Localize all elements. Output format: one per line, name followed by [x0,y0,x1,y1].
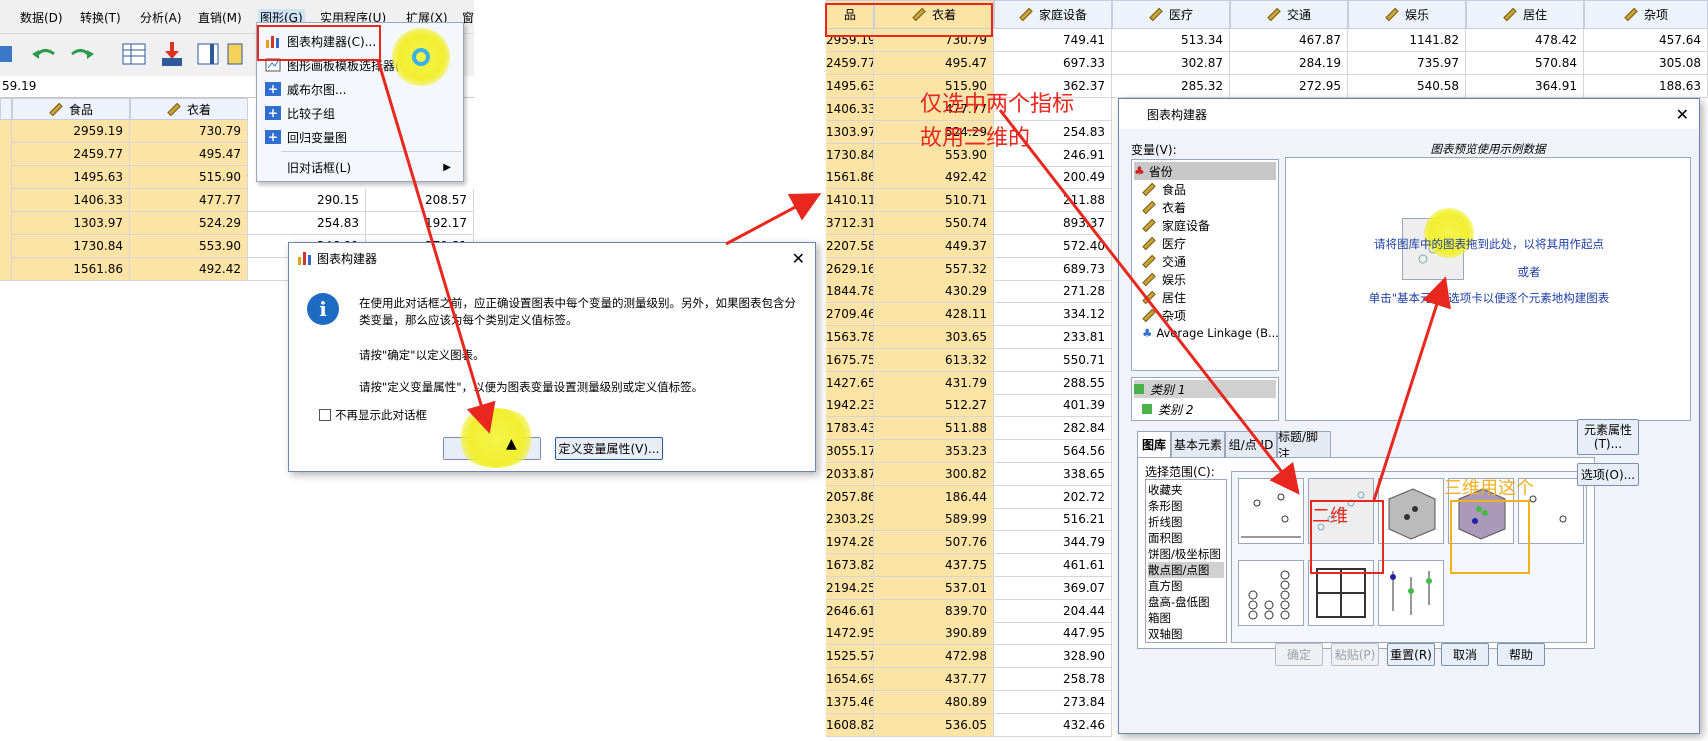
arrow-2d-to-preview [1372,276,1451,501]
arrow-note-to-2d [998,109,1300,495]
annotation-arrows-right [998,109,1451,501]
